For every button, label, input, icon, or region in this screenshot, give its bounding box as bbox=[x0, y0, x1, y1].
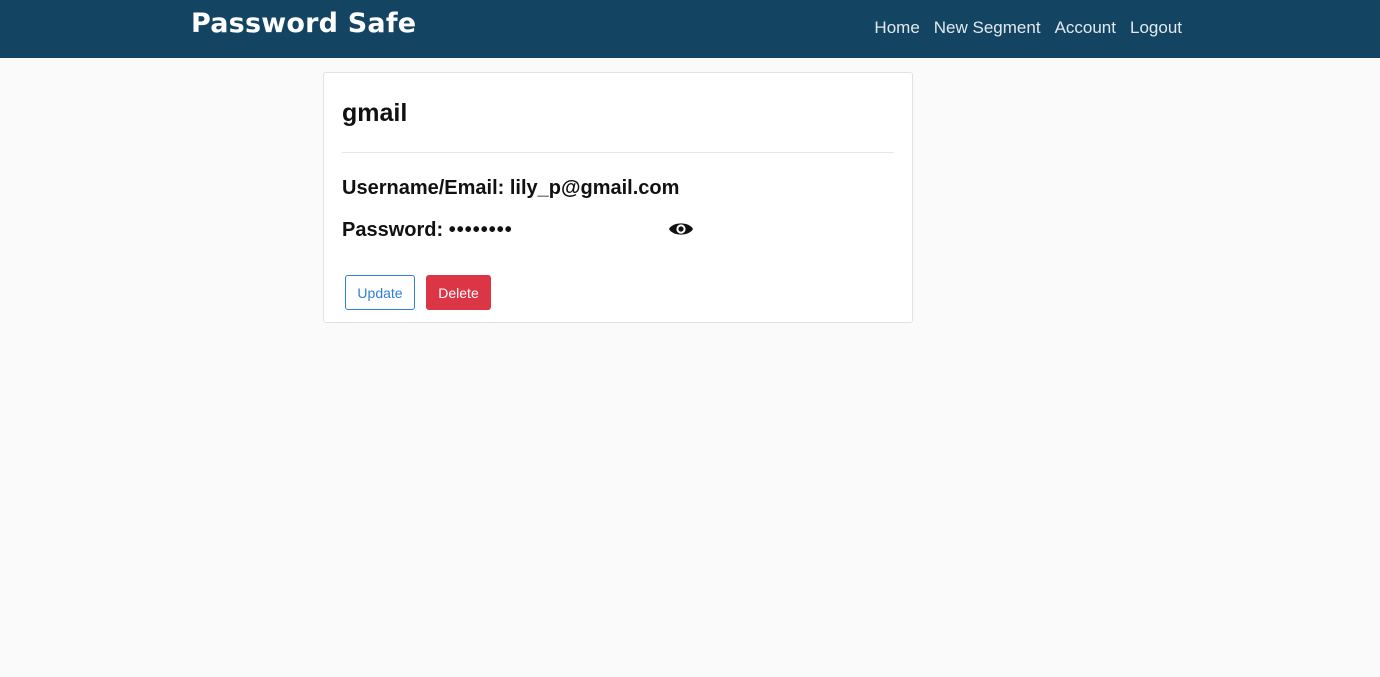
username-label: Username/Email: bbox=[342, 177, 505, 199]
brand-logo[interactable]: Password Safe bbox=[191, 8, 416, 39]
credential-card: gmail Username/Email: lily_p@gmail.com P… bbox=[323, 72, 913, 323]
nav-new-segment-link[interactable]: New Segment bbox=[934, 18, 1041, 38]
nav-home-link[interactable]: Home bbox=[874, 18, 919, 38]
nav-links: Home New Segment Account Logout bbox=[874, 18, 1182, 38]
nav-account-link[interactable]: Account bbox=[1055, 18, 1116, 38]
update-button[interactable]: Update bbox=[345, 275, 415, 310]
username-value: lily_p@gmail.com bbox=[509, 177, 680, 199]
username-row: Username/Email: lily_p@gmail.com bbox=[342, 177, 679, 200]
nav-logout-link[interactable]: Logout bbox=[1130, 18, 1182, 38]
top-navbar: Password Safe Home New Segment Account L… bbox=[0, 0, 1380, 58]
eye-icon-svg bbox=[669, 223, 693, 235]
password-value: •••••••• bbox=[448, 219, 513, 241]
eye-icon[interactable] bbox=[668, 219, 694, 239]
password-row: Password: •••••••• bbox=[342, 219, 513, 242]
card-divider bbox=[342, 152, 894, 153]
password-label: Password: bbox=[342, 219, 444, 241]
delete-button[interactable]: Delete bbox=[426, 275, 491, 310]
card-title: gmail bbox=[342, 99, 408, 127]
